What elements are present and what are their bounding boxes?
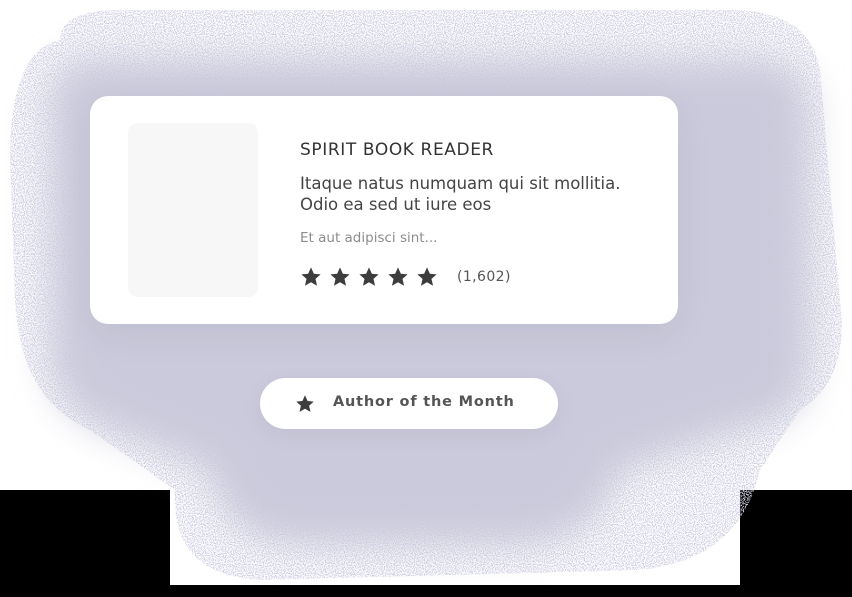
star-icon [301, 267, 321, 286]
review-count: (1,602) [457, 269, 511, 285]
star-rating: (1,602) [300, 266, 511, 288]
badge-label: Author of the Month [333, 394, 515, 410]
star-icon [296, 395, 314, 412]
star-icon [388, 267, 408, 286]
author-of-the-month-badge[interactable]: Author of the Month [260, 378, 558, 429]
book-title: SPIRIT BOOK READER [300, 140, 494, 160]
star-icon [359, 267, 379, 286]
book-cover-placeholder [128, 123, 258, 297]
book-card[interactable]: SPIRIT BOOK READER Itaque natus numquam … [90, 96, 678, 324]
book-excerpt: Et aut adipisci sint... [300, 230, 438, 246]
book-description: Itaque natus numquam qui sit mollitia. O… [300, 174, 621, 214]
star-icon [417, 267, 437, 286]
star-icon [330, 267, 350, 286]
